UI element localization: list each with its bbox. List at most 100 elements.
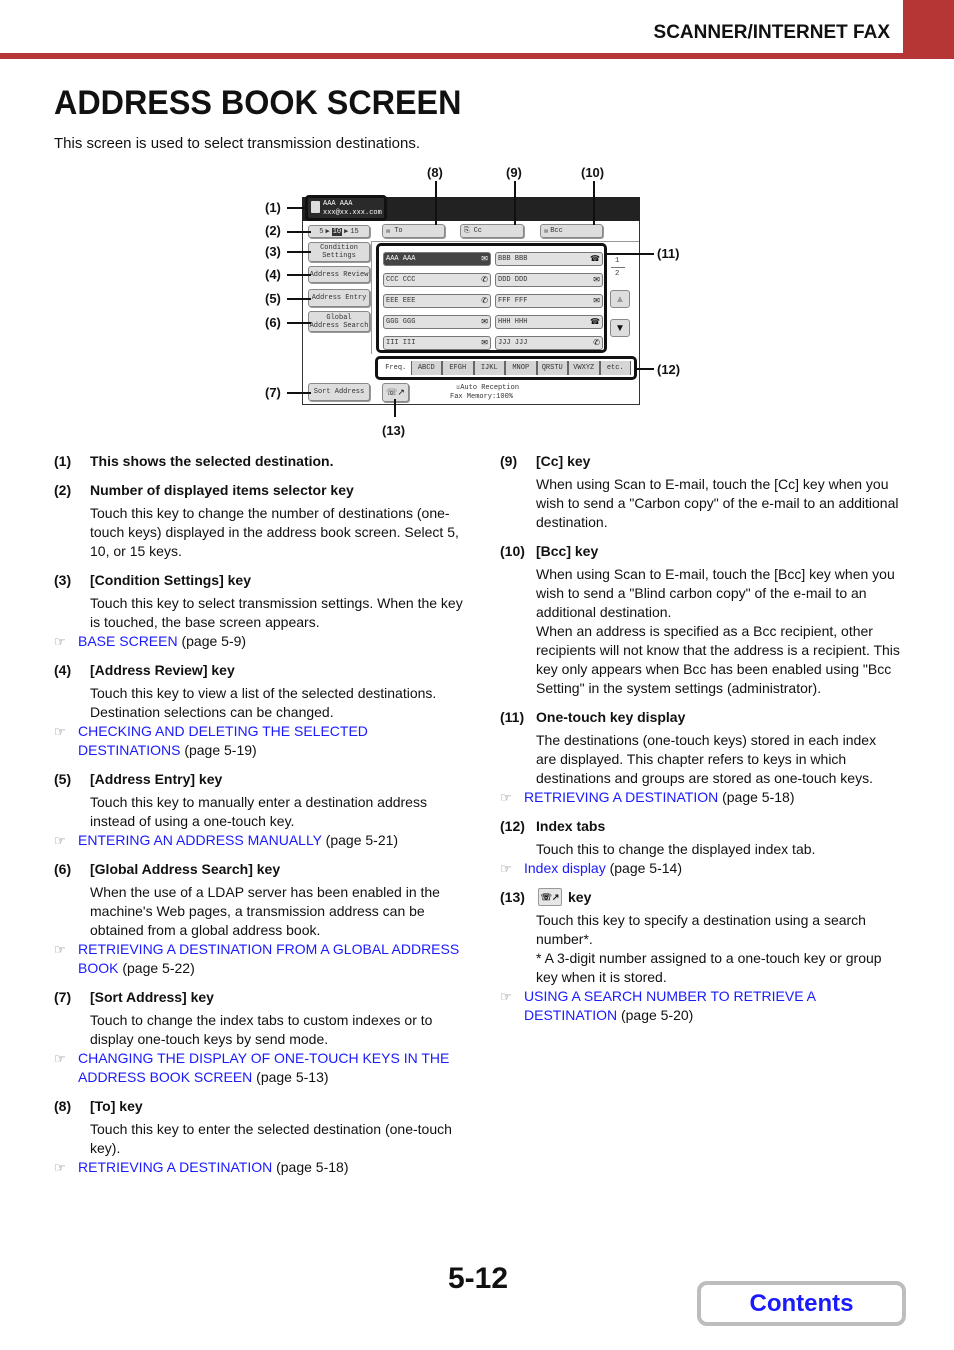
one-touch-key[interactable]: CCC CCC ✆ [383,273,491,287]
reference-page: (page 5-22) [122,960,195,976]
callout-12: (12) [657,362,681,377]
condition-settings-label: Condition Settings [320,244,358,260]
one-touch-key[interactable]: GGG GGG ✉ [383,315,491,329]
count-option-10: 10 [331,227,343,236]
cc-key[interactable]: ⎘ Cc [460,224,524,238]
reference-link[interactable]: RETRIEVING A DESTINATION [524,789,718,805]
leader-line [593,181,595,225]
one-touch-key[interactable]: DDD DDD ✉ [495,273,603,287]
reference-link[interactable]: Index display [524,860,606,876]
phone-icon: ✆ [481,275,488,284]
tab-ijkl[interactable]: IJKL [473,361,505,375]
tab-qrstu[interactable]: QRSTU [536,361,568,375]
page-total: 2 [615,270,620,278]
one-touch-key[interactable]: BBB BBB ☎ [495,252,603,266]
contents-button[interactable]: Contents [697,1281,906,1326]
one-touch-key-name: DDD DDD [498,276,528,284]
one-touch-key[interactable]: FFF FFF ✉ [495,294,603,308]
cc-label: Cc [473,227,483,235]
item-title: One-touch key display [536,709,686,725]
item-body: When using Scan to E-mail, touch the [Cc… [536,476,899,530]
descriptions-right: (9) [Cc] key When using Scan to E-mail, t… [500,452,900,1025]
page-current: 1 [615,257,620,265]
one-touch-key-name: BBB BBB [498,255,528,263]
reference-page: (page 5-14) [609,860,682,876]
one-touch-key[interactable]: III III ✉ [383,336,491,350]
leader-line [287,207,305,209]
item-9: (9) [Cc] key When using Scan to E-mail, t… [500,452,900,532]
tab-etc[interactable]: etc. [599,361,631,375]
tab-vwxyz[interactable]: VWXYZ [568,361,600,375]
reference-link[interactable]: BASE SCREEN [78,633,178,649]
sort-address-key[interactable]: Sort Address [308,383,370,401]
triangle-right-icon: ▶ [325,228,330,236]
reference-page: (page 5-19) [184,742,257,758]
address-entry-label: Address Entry [311,294,367,302]
fax-memory-status: Fax Memory:100% [450,393,514,401]
one-touch-key[interactable]: EEE EEE ✆ [383,294,491,308]
auto-reception-status: ☏Auto Reception [456,383,519,392]
search-number-key-icon: ☏↗ [538,888,562,906]
address-entry-key[interactable]: Address Entry [308,289,370,307]
item-title: Number of displayed items selector key [90,482,354,498]
callout-4: (4) [265,267,281,282]
leader-line [636,368,654,370]
count-option-15: 15 [350,227,359,236]
selected-destination: AAA AAA xxx@xx.xxx.com [305,195,387,221]
item-number: (2) [54,482,72,498]
one-touch-key-name: EEE EEE [386,297,416,305]
to-key[interactable]: ✉ To [382,224,445,238]
tab-abcd[interactable]: ABCD [410,361,442,375]
condition-settings-key[interactable]: Condition Settings [308,242,370,262]
one-touch-key[interactable]: JJJ JJJ ✆ [495,336,603,350]
reference-page: (page 5-20) [620,1007,694,1023]
one-touch-key-name: GGG GGG [386,318,416,326]
reference-link[interactable]: ENTERING AN ADDRESS MANUALLY [78,832,322,848]
global-search-label-2: Address Search [309,321,369,330]
tab-label: QRSTU [541,364,563,372]
global-address-search-key[interactable]: Global Address Search [308,311,370,332]
leader-line [435,181,437,225]
triangle-right-icon: ▶ [344,228,349,236]
reference-link[interactable]: RETRIEVING A DESTINATION [78,1159,272,1175]
selected-destination-address: xxx@xx.xxx.com [323,209,382,217]
tab-label: EFGH [449,364,467,372]
arrow-down-icon: ▼ [615,322,625,334]
scroll-up-button[interactable]: ▲ [610,290,630,308]
page-title: ADDRESS BOOK SCREEN [54,84,462,122]
pointing-hand-icon: ☞ [500,989,512,1004]
page-divider [611,267,625,268]
reference: ☞ RETRIEVING A DESTINATION (page 5-18) [54,1158,464,1177]
item-body: When using Scan to E-mail, touch the [Bc… [536,566,895,620]
tab-efgh[interactable]: EFGH [442,361,474,375]
tab-freq[interactable]: Freq. [381,361,411,375]
item-7: (7) [Sort Address] key Touch to change th… [54,988,464,1087]
item-10: (10) [Bcc] key When using Scan to E-mail,… [500,542,900,698]
item-title: [To] key [90,1098,143,1114]
scroll-down-button[interactable]: ▼ [610,319,630,337]
one-touch-key[interactable]: HHH HHH ☎ [495,315,603,329]
item-number: (5) [54,771,72,787]
one-touch-key[interactable]: AAA AAA ✉ [383,252,491,266]
email-icon: ✉ [593,275,600,284]
address-review-key[interactable]: Address Review [308,266,370,283]
reference-page: (page 5-21) [325,832,399,848]
item-body: When an address is specified as a Bcc re… [536,623,900,696]
item-2: (2) Number of displayed items selector ke… [54,481,464,561]
item-number: (1) [54,453,72,469]
leader-line [287,251,311,253]
tab-mnop[interactable]: MNOP [505,361,537,375]
item-body: Touch to change the index tabs to custom… [90,1012,433,1047]
item-body: Touch this key to specify a destination … [536,912,866,947]
reference-page: (page 5-9) [181,633,247,649]
bcc-key[interactable]: ✉ Bcc [540,224,603,238]
pointing-hand-icon: ☞ [54,1051,66,1066]
email-icon: ✉ [481,254,488,263]
item-3: (3) [Condition Settings] key Touch this k… [54,571,464,651]
item-number: (11) [500,709,525,725]
pointing-hand-icon: ☞ [54,724,66,739]
item-footnote: * A 3-digit number assigned to a one-tou… [536,950,882,985]
reference: ☞ CHECKING AND DELETING THE SELECTED DEST… [54,722,464,760]
count-selector-key[interactable]: 5 ▶ 10 ▶ 15 [308,225,370,238]
item-number: (3) [54,572,72,588]
